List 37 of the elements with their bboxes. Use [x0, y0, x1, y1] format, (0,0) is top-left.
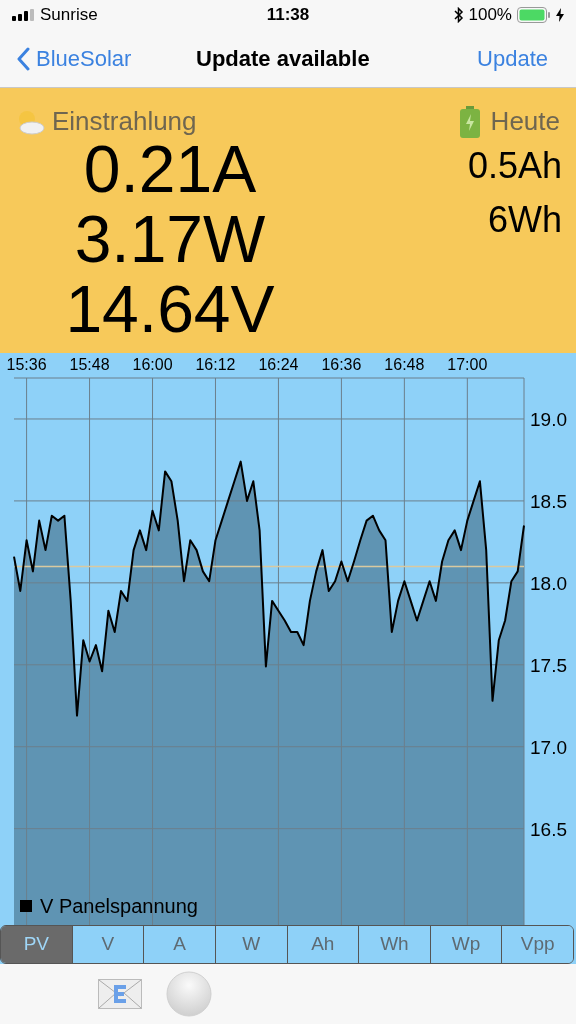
update-button[interactable]: Update	[477, 42, 560, 75]
legend-label: V Panelspannung	[40, 894, 198, 919]
axis-label: 19.0	[530, 408, 567, 430]
carrier-name: Sunrise	[40, 4, 98, 27]
envelope-icon[interactable]	[98, 979, 142, 1009]
reading-value: 14.64V	[65, 274, 275, 344]
circle-button-icon[interactable]	[166, 971, 212, 1017]
bluetooth-icon	[453, 7, 464, 23]
axis-label: 18.0	[530, 572, 567, 594]
time-label: 16:00	[132, 356, 173, 373]
back-button[interactable]: BlueSolar	[16, 42, 132, 75]
back-chevron-icon	[16, 46, 30, 71]
charging-icon	[556, 8, 564, 22]
time-label: 15:48	[69, 356, 110, 373]
time-label: 16:24	[258, 356, 299, 373]
screen-title: Update available	[196, 45, 370, 73]
reading-value: 3.17W	[74, 204, 266, 274]
clock: 11:38	[266, 4, 310, 27]
axis-label: 17.5	[530, 654, 567, 676]
axis-label: 17.0	[530, 736, 567, 758]
battery-icon	[458, 105, 481, 138]
time-label: 16:12	[195, 356, 236, 373]
total-value: 6Wh	[487, 200, 562, 240]
today-label: Heute	[490, 105, 560, 138]
legend-swatch	[20, 900, 32, 912]
time-label: 17:00	[447, 356, 488, 373]
axis-label: 16.5	[530, 818, 567, 840]
segment-tab[interactable]: PV	[1, 926, 72, 963]
time-label: 16:48	[384, 356, 425, 373]
time-label: 16:36	[321, 356, 362, 373]
signal-icon	[12, 9, 34, 21]
segment-tab[interactable]: Vpp	[501, 926, 573, 963]
axis-label: 18.5	[530, 490, 567, 512]
battery-icon	[517, 7, 551, 23]
battery-percent: 100%	[468, 4, 512, 27]
total-value: 0.5Ah	[467, 146, 562, 186]
time-label: 15:36	[6, 356, 47, 373]
